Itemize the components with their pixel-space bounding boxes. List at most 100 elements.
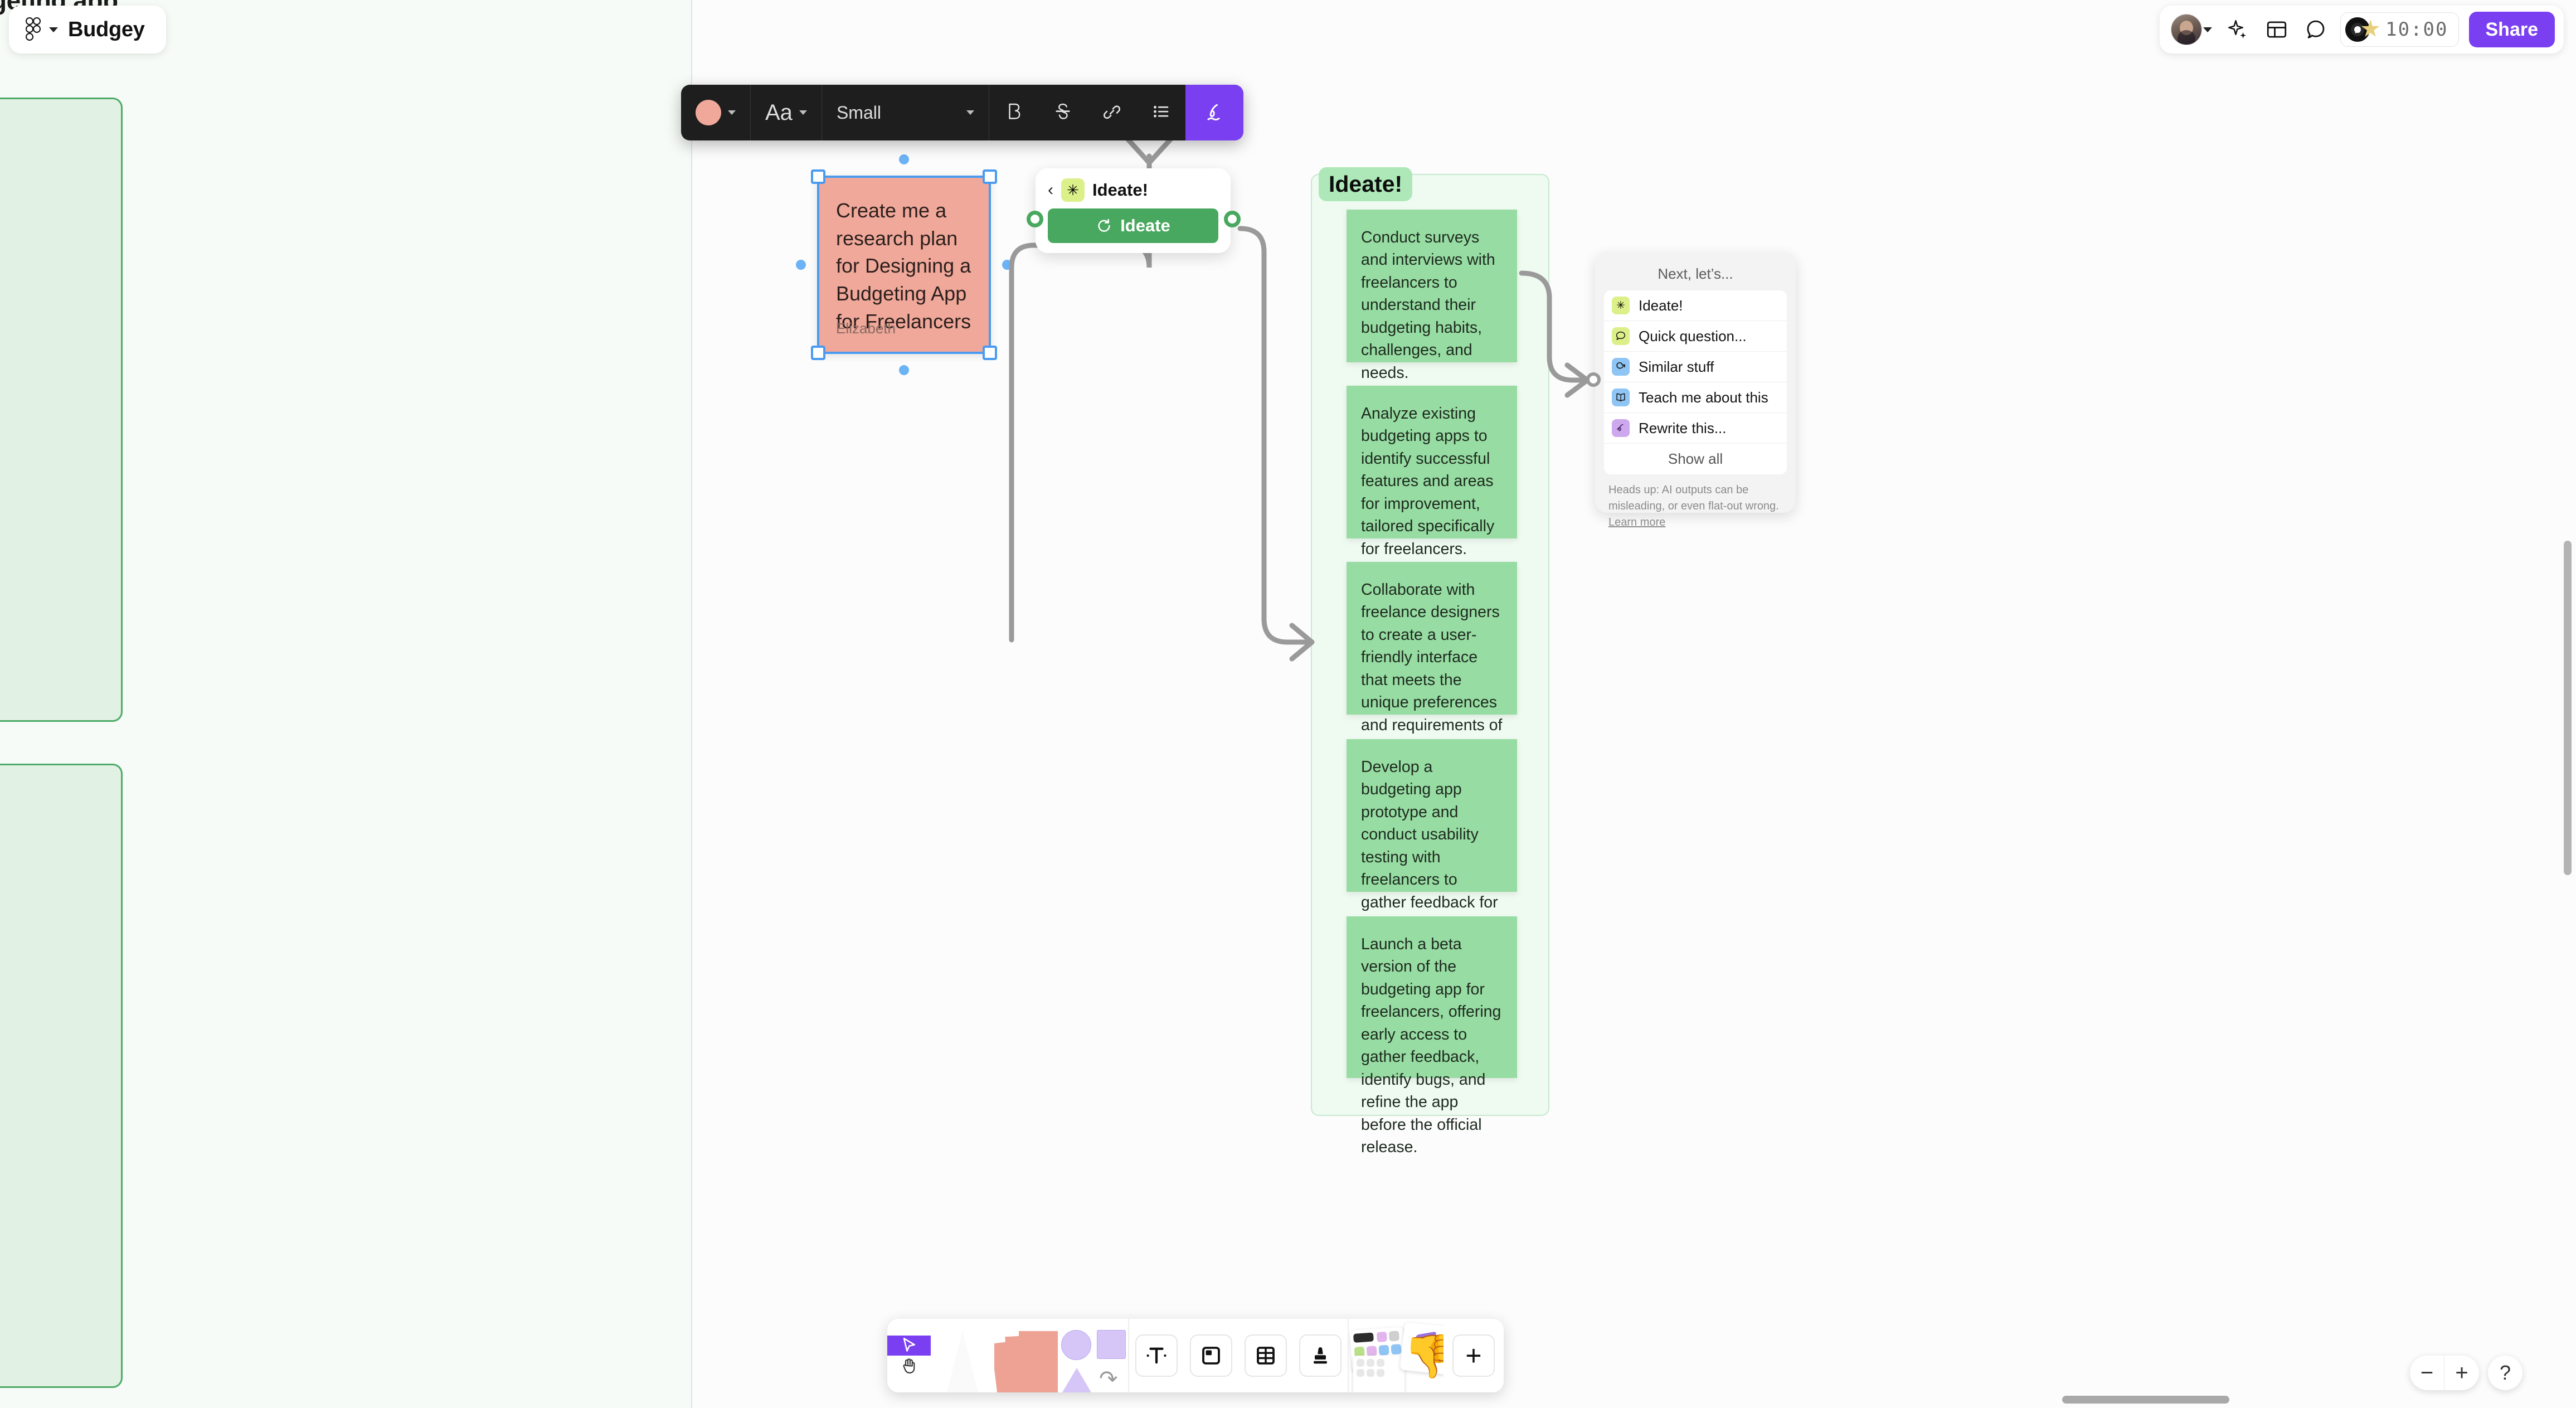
- horizontal-scrollbar[interactable]: [2062, 1396, 2229, 1404]
- ideate-note-5[interactable]: Launch a beta version of the budgeting a…: [1347, 916, 1517, 1156]
- next-action-quick-question[interactable]: Quick question...: [1604, 321, 1787, 352]
- fill-color-picker[interactable]: [681, 85, 751, 140]
- resize-handle-top-right[interactable]: [983, 169, 997, 184]
- header-toolbar: ♫ 10:00 Share: [2160, 6, 2564, 54]
- chevron-down-icon[interactable]: [49, 27, 58, 32]
- link-icon: [1103, 105, 1120, 119]
- ai-actions-button[interactable]: [2220, 12, 2256, 47]
- next-actions-list: ✳ Ideate! Quick question... Similar stuf…: [1604, 290, 1787, 474]
- link-button[interactable]: [1087, 85, 1136, 140]
- timer-music-control[interactable]: ♫ 10:00: [2340, 12, 2459, 47]
- vertical-scrollbar[interactable]: [2564, 541, 2572, 875]
- table-tool-icon: [1257, 1347, 1275, 1365]
- ideate-card-port-right[interactable]: [1224, 211, 1241, 227]
- figjam-icon: [26, 17, 42, 42]
- ideate-run-button[interactable]: Ideate: [1048, 208, 1218, 243]
- zoom-controls: − + ?: [2410, 1356, 2522, 1390]
- hand-pan-icon: [903, 1358, 915, 1373]
- rewrite-squiggle-icon: [1612, 419, 1630, 437]
- square-shape-icon: [1097, 1330, 1126, 1359]
- ideate-note-2[interactable]: Analyze existing budgeting apps to ident…: [1347, 386, 1517, 558]
- bold-icon: [1009, 103, 1020, 119]
- resize-handle-top-left[interactable]: [811, 169, 825, 184]
- file-menu-chip[interactable]: Budgey: [9, 6, 166, 54]
- green-section-upper[interactable]: [0, 98, 123, 722]
- bulleted-list-button[interactable]: [1136, 85, 1185, 140]
- zoom-in-button[interactable]: +: [2444, 1356, 2479, 1390]
- sticky-note-selected[interactable]: Create me a research plan for Designing …: [796, 154, 1012, 375]
- next-action-rewrite[interactable]: Rewrite this...: [1604, 413, 1787, 444]
- table-tool-button[interactable]: [1245, 1334, 1287, 1377]
- open-book-icon: [1612, 389, 1630, 406]
- widgets-card-icon: [1353, 1356, 1404, 1392]
- cursor-arrow-icon: [903, 1337, 916, 1352]
- pen-tool-button[interactable]: [931, 1319, 994, 1392]
- next-action-teach-me[interactable]: Teach me about this: [1604, 382, 1787, 413]
- chevron-down-icon[interactable]: [2203, 27, 2213, 32]
- resize-handle-bottom-left[interactable]: [811, 346, 825, 360]
- sparkle-burst-icon: ✳: [1061, 178, 1085, 202]
- stamp-tool-button[interactable]: [1299, 1334, 1342, 1377]
- refresh-icon: [1098, 219, 1110, 232]
- widgets-tool-button[interactable]: 👎: [1349, 1319, 1443, 1392]
- avatar-menu[interactable]: [2169, 14, 2217, 45]
- share-button[interactable]: Share: [2468, 12, 2555, 47]
- sparkle-ai-icon: [2228, 20, 2247, 38]
- speech-bubble-icon: [1612, 327, 1630, 345]
- canvas[interactable]: geting app: [0, 0, 2576, 1408]
- connector-dot-top[interactable]: [899, 154, 909, 164]
- resize-handle-bottom-right[interactable]: [983, 346, 997, 360]
- next-panel-port-left[interactable]: [1586, 372, 1601, 387]
- strikethrough-icon: [1056, 103, 1070, 119]
- help-button[interactable]: ?: [2488, 1356, 2522, 1390]
- similar-swirl-icon: [1612, 358, 1630, 376]
- triangle-shape-icon: [1062, 1368, 1091, 1392]
- next-action-similar-stuff[interactable]: Similar stuff: [1604, 352, 1787, 382]
- layout-grid-icon: [2267, 21, 2287, 38]
- chevron-down-icon: [728, 110, 736, 115]
- ideate-note-1[interactable]: Conduct surveys and interviews with free…: [1347, 210, 1517, 382]
- sticky-note-tool-icon: [994, 1330, 1058, 1392]
- next-action-ideate[interactable]: ✳ Ideate!: [1604, 290, 1787, 321]
- cursor-tool-button[interactable]: [887, 1336, 931, 1356]
- font-size-picker[interactable]: Small: [822, 85, 989, 140]
- chevron-left-icon[interactable]: ‹: [1048, 182, 1053, 198]
- ideate-widget-card[interactable]: ‹ ✳ Ideate! Ideate: [1036, 168, 1231, 253]
- next-actions-title: Next, let’s...: [1658, 265, 1733, 282]
- ideate-section-label[interactable]: Ideate!: [1319, 167, 1413, 201]
- sticky-note-text: Create me a research plan for Designing …: [836, 199, 971, 333]
- ideate-note-3[interactable]: Collaborate with freelance designers to …: [1347, 562, 1517, 756]
- layout-button[interactable]: [2259, 12, 2295, 47]
- ideate-section[interactable]: Ideate! Conduct surveys and interviews w…: [1311, 167, 1549, 1156]
- arrow-shape-icon: ↷: [1099, 1367, 1118, 1391]
- connector-dot-bottom[interactable]: [899, 365, 909, 375]
- section-tool-button[interactable]: [1190, 1334, 1232, 1377]
- connector-dot-right[interactable]: [1002, 260, 1012, 270]
- text-tool-button[interactable]: [1135, 1334, 1178, 1377]
- learn-more-link[interactable]: Learn more: [1608, 516, 1665, 528]
- font-family-picker[interactable]: Aa: [751, 85, 822, 140]
- connector-dot-left[interactable]: [796, 260, 806, 270]
- show-all-button[interactable]: Show all: [1604, 444, 1787, 474]
- shapes-tool-button[interactable]: ↷: [1058, 1319, 1128, 1392]
- strikethrough-button[interactable]: [1038, 85, 1087, 140]
- cursor-tools: [887, 1336, 931, 1376]
- zoom-out-button[interactable]: −: [2410, 1356, 2444, 1390]
- ideate-note-4[interactable]: Develop a budgeting app prototype and co…: [1347, 739, 1517, 957]
- ideate-card-port-left[interactable]: [1027, 211, 1043, 227]
- sticky-note-tool-button[interactable]: [994, 1319, 1058, 1392]
- ai-pen-icon: [1207, 104, 1220, 121]
- green-section-lower[interactable]: [0, 764, 123, 1388]
- toolbar-group-primary: ↷: [887, 1319, 1129, 1392]
- bold-button[interactable]: [989, 85, 1038, 140]
- more-tools-button[interactable]: +: [1452, 1334, 1495, 1377]
- thumbs-down-sticker-icon: 👎: [1403, 1333, 1443, 1380]
- timer-value: 10:00: [2385, 18, 2448, 41]
- toolbar-group-widgets: 👎 +: [1349, 1319, 1504, 1392]
- ai-pen-button[interactable]: [1185, 85, 1243, 140]
- hand-tool-button[interactable]: [887, 1356, 931, 1376]
- comment-button[interactable]: [2298, 12, 2334, 47]
- text-tool-icon: [1146, 1347, 1167, 1364]
- bulleted-list-icon: [1154, 105, 1169, 118]
- next-action-label: Rewrite this...: [1639, 419, 1727, 436]
